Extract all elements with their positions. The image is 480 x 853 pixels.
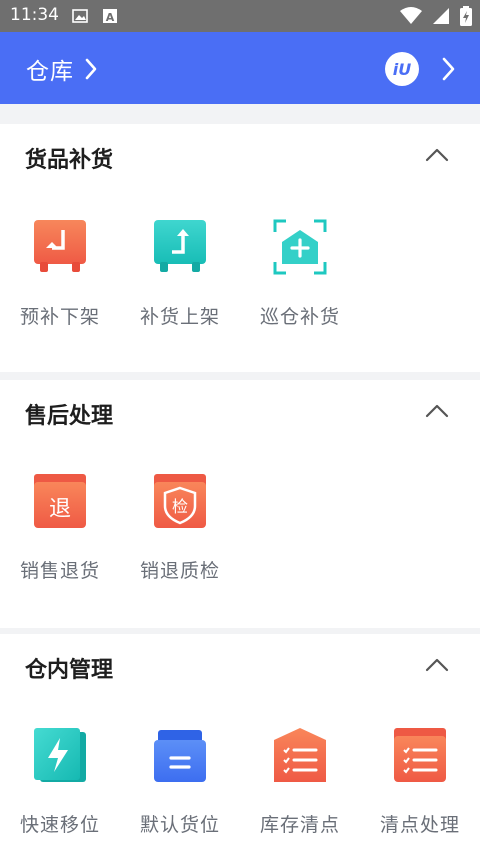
item-label: 默认货位 bbox=[139, 814, 220, 836]
status-time: 11:34 bbox=[10, 5, 59, 25]
section-replenishment: 货品补货 预补下架 补货上架 巡仓补货 bbox=[0, 124, 480, 372]
item-label: 销售退货 bbox=[19, 560, 100, 582]
chevron-up-icon[interactable] bbox=[425, 658, 449, 672]
item-sales-return[interactable]: 退 销售退货 bbox=[0, 472, 120, 592]
logo-text: iU bbox=[392, 59, 412, 79]
cell-signal-icon bbox=[433, 8, 449, 24]
section-title: 货品补货 bbox=[25, 148, 114, 173]
item-count-process[interactable]: 清点处理 bbox=[360, 726, 480, 846]
return-icon: 退 bbox=[34, 474, 86, 528]
text-notification-icon: A bbox=[103, 9, 117, 24]
chevron-right-icon bbox=[85, 58, 97, 80]
inspection-icon: 检 bbox=[154, 474, 206, 528]
wifi-icon bbox=[400, 7, 422, 24]
section-title: 售后处理 bbox=[25, 404, 114, 429]
item-label: 清点处理 bbox=[379, 814, 460, 836]
stock-count-icon bbox=[274, 728, 326, 782]
item-label: 补货上架 bbox=[139, 306, 220, 328]
inspection-glyph: 检 bbox=[172, 497, 188, 516]
item-stock-count[interactable]: 库存清点 bbox=[240, 726, 360, 846]
section-title: 仓内管理 bbox=[25, 658, 114, 683]
chevron-right-icon[interactable] bbox=[440, 56, 458, 82]
item-label: 销退质检 bbox=[139, 560, 220, 582]
image-notification-icon bbox=[72, 9, 88, 23]
shelf-up-icon bbox=[154, 220, 206, 272]
app-logo-button[interactable]: iU bbox=[385, 52, 419, 86]
warehouse-scan-icon bbox=[273, 219, 327, 275]
item-replenish-up[interactable]: 补货上架 bbox=[120, 218, 240, 338]
battery-icon bbox=[460, 6, 472, 26]
item-return-inspection[interactable]: 检 销退质检 bbox=[120, 472, 240, 592]
item-label: 库存清点 bbox=[259, 814, 340, 836]
quick-move-icon bbox=[34, 728, 86, 782]
item-pre-replenish-down[interactable]: 预补下架 bbox=[0, 218, 120, 338]
shelf-down-icon bbox=[34, 220, 86, 272]
item-label: 快速移位 bbox=[19, 814, 100, 836]
svg-text:A: A bbox=[106, 11, 115, 24]
section-after-sales: 售后处理 退 销售退货 检 销退质检 bbox=[0, 380, 480, 628]
return-glyph: 退 bbox=[49, 497, 71, 522]
chevron-up-icon[interactable] bbox=[425, 404, 449, 418]
item-label: 巡仓补货 bbox=[259, 306, 340, 328]
warehouse-selector[interactable]: 仓库 bbox=[26, 52, 98, 86]
default-location-icon bbox=[154, 730, 206, 782]
page-title: 仓库 bbox=[26, 59, 74, 85]
status-bar: 11:34 A bbox=[0, 0, 480, 32]
count-process-icon bbox=[394, 728, 446, 782]
item-patrol-replenish[interactable]: 巡仓补货 bbox=[240, 218, 360, 338]
item-label: 预补下架 bbox=[19, 306, 100, 328]
item-default-location[interactable]: 默认货位 bbox=[120, 726, 240, 846]
app-bar: 仓库 iU bbox=[0, 32, 480, 104]
chevron-up-icon[interactable] bbox=[425, 148, 449, 162]
section-warehouse-management: 仓内管理 快速移位 默认货位 库存清点 清点处理 bbox=[0, 634, 480, 853]
item-quick-move[interactable]: 快速移位 bbox=[0, 726, 120, 846]
